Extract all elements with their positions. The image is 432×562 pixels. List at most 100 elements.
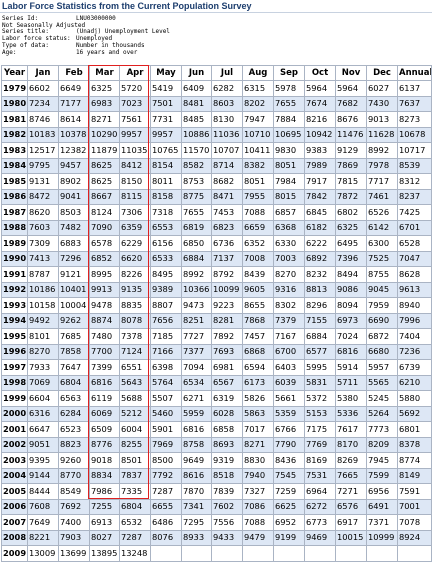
table-cell: 8481 [181, 95, 212, 112]
table-cell: 13895 [89, 545, 120, 562]
table-cell: 7858 [58, 343, 90, 360]
table-cell: 9223 [211, 297, 243, 314]
table-cell: 10717 [397, 142, 432, 159]
table-cell: 10378 [58, 126, 90, 143]
table-cell: 5826 [242, 390, 274, 407]
table-cell: 10366 [181, 281, 212, 298]
table-cell: 7978 [366, 157, 398, 174]
table-cell: 6039 [273, 374, 305, 391]
table-cell: 10290 [89, 126, 120, 143]
table-cell [304, 545, 336, 562]
table-cell: 6816 [89, 374, 120, 391]
table-cell: 8011 [150, 173, 182, 190]
table-cell: 6884 [181, 250, 212, 267]
table-cell: 7296 [58, 250, 90, 267]
table-header-row: Year Jan Feb Mar Apr May Jun Jul Aug Sep Oct Nov Dec… [1, 65, 432, 81]
table-cell: 7137 [211, 250, 243, 267]
table-cell: 8792 [211, 266, 243, 283]
table-cell: 7717 [366, 173, 398, 190]
table-cell: 8676 [335, 111, 367, 128]
table-cell: 5153 [304, 405, 336, 422]
table-cell: 6773 [304, 514, 336, 531]
table-cell: 10710 [242, 126, 274, 143]
table-cell: 7773 [366, 421, 398, 438]
table-cell: 9051 [27, 436, 59, 453]
table-cell: 9433 [211, 529, 243, 546]
table-cell: 5565 [366, 374, 398, 391]
column-header: Annual [397, 65, 432, 81]
table-cell: 11628 [366, 126, 398, 143]
table-cell: 7731 [150, 111, 182, 128]
table-cell: 10015 [335, 529, 367, 546]
table-cell: 7378 [119, 328, 151, 345]
table-row: 1998 7069 6804 6816 5643 5764 6534 6567 6173 6039… [1, 374, 432, 391]
table-cell: 6868 [242, 343, 274, 360]
table-cell: 6852 [89, 250, 120, 267]
table-row: 1986 8472 9041 8667 8115 8158 8775 8471 7955 8015… [1, 188, 432, 205]
table-cell: 8078 [119, 312, 151, 329]
series-metadata: Series Id: LNU03000000 Not Seasonally Adj… [2, 15, 432, 57]
table-cell: 5643 [119, 374, 151, 391]
table-cell: 7525 [366, 250, 398, 267]
meta-row: Age: 16 years and over [2, 49, 432, 57]
table-cell: 6816 [335, 343, 367, 360]
table-cell: 6156 [150, 235, 182, 252]
table-cell: 7947 [242, 111, 274, 128]
table-cell: 7682 [335, 95, 367, 112]
table-row: 1987 8620 8503 8124 7306 7318 7655 7453 7088 6857… [1, 204, 432, 221]
table-cell: 7603 [27, 219, 59, 236]
meta-row: Not Seasonally Adjusted [2, 22, 432, 30]
table-cell: 7599 [366, 467, 398, 484]
table-row: 1999 6604 6563 6119 5688 5507 6271 6319 5826 5661… [1, 390, 432, 407]
table-cell: 6173 [242, 374, 274, 391]
table-cell: 5978 [273, 80, 305, 97]
table-cell: 7371 [366, 514, 398, 531]
table-cell: 7309 [27, 235, 59, 252]
table-cell [335, 545, 367, 562]
year-cell: 2004 [1, 467, 28, 484]
table-cell: 10695 [273, 126, 305, 143]
table-cell: 9795 [27, 157, 59, 174]
table-cell: 7166 [150, 343, 182, 360]
table-cell: 6027 [366, 80, 398, 97]
table-cell: 8226 [119, 266, 151, 283]
table-cell: 6647 [27, 421, 59, 438]
table-cell: 6398 [150, 359, 182, 376]
table-cell: 9613 [397, 281, 432, 298]
table-cell: 8270 [27, 343, 59, 360]
table-cell: 7989 [304, 157, 336, 174]
year-cell: 1983 [1, 142, 28, 159]
table-cell: 10765 [150, 142, 182, 159]
table-cell: 7870 [181, 483, 212, 500]
table-cell [273, 545, 305, 562]
table-row: 1979 6602 6649 6325 5720 5419 6409 6282 6315 5978… [1, 80, 432, 97]
table-cell: 7413 [27, 250, 59, 267]
year-cell: 2009 [1, 545, 28, 562]
table-cell: 5880 [397, 390, 432, 407]
table-cell: 8149 [397, 467, 432, 484]
table-cell: 8933 [181, 529, 212, 546]
table-cell: 8130 [211, 111, 243, 128]
table-cell: 6028 [211, 405, 243, 422]
table-cell: 9479 [242, 529, 274, 546]
table-row: 1993 10158 10004 9478 8835 8807 9473 9223 8655 83… [1, 297, 432, 314]
table-cell: 6567 [211, 374, 243, 391]
table-cell: 7700 [89, 343, 120, 360]
table-cell: 8436 [273, 452, 305, 469]
table-cell: 8603 [211, 95, 243, 112]
table-cell: 6804 [58, 374, 90, 391]
table-cell: 7124 [119, 343, 151, 360]
table-cell: 5957 [366, 359, 398, 376]
table-cell: 8834 [89, 467, 120, 484]
table-cell: 9018 [89, 452, 120, 469]
table-cell: 8902 [58, 173, 90, 190]
table-cell: 6801 [397, 421, 432, 438]
table-cell: 7047 [397, 250, 432, 267]
table-cell: 7693 [211, 343, 243, 360]
table-cell: 8835 [119, 297, 151, 314]
table-cell: 7377 [181, 343, 212, 360]
year-cell: 1994 [1, 312, 28, 329]
table-cell: 5901 [150, 421, 182, 438]
column-header: Apr [119, 65, 151, 81]
year-cell: 1993 [1, 297, 28, 314]
